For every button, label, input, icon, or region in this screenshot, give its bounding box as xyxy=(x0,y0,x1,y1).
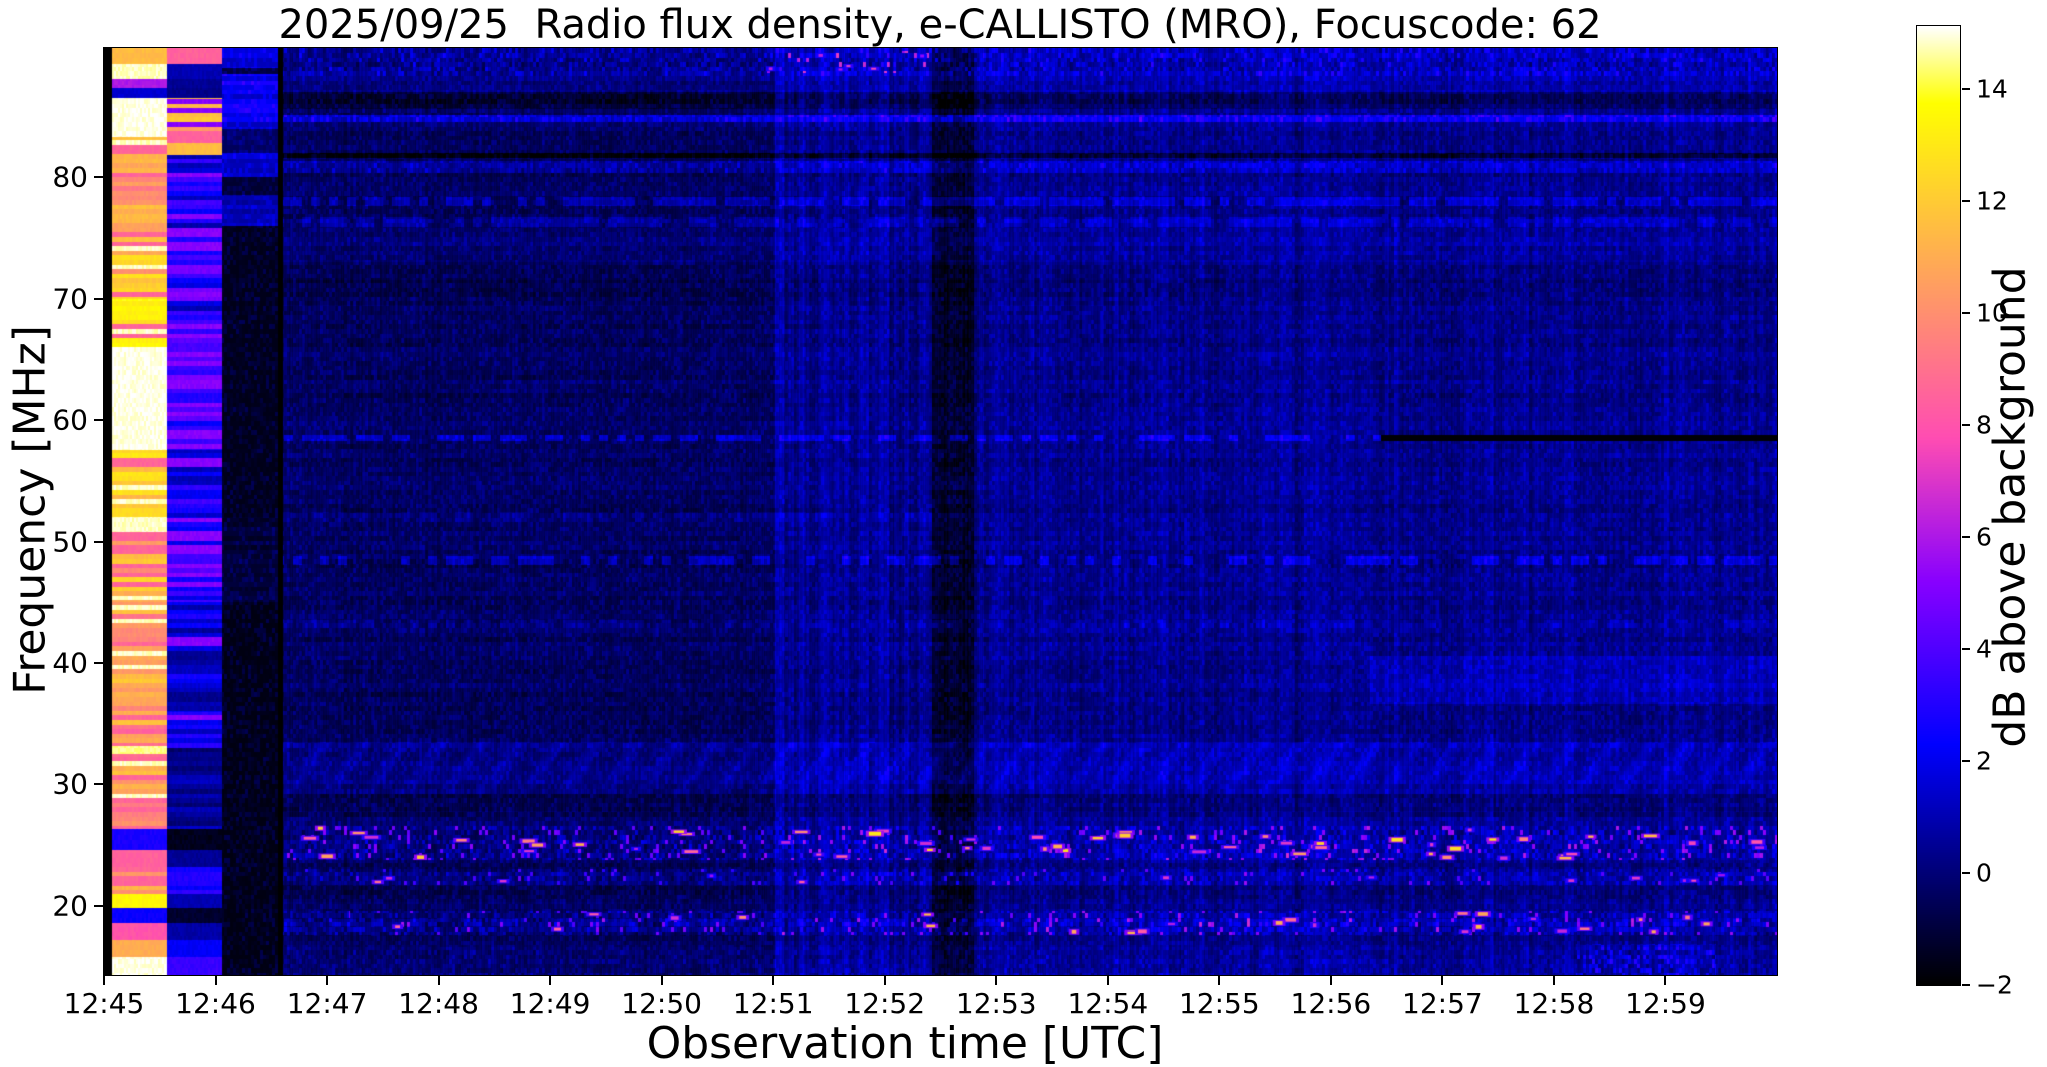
colorbar-tick-mark xyxy=(1962,872,1970,874)
x-tick-mark xyxy=(995,976,998,985)
x-tick-mark xyxy=(772,976,775,985)
y-tick-label: 50 xyxy=(52,525,88,558)
y-tick-mark xyxy=(94,540,103,543)
y-tick-label: 70 xyxy=(52,282,88,316)
x-tick-mark xyxy=(1218,976,1221,985)
x-tick-mark xyxy=(326,976,329,985)
colorbar-label: dB above background xyxy=(1984,266,2036,748)
x-tick-label: 12:47 xyxy=(286,987,368,1020)
x-tick-mark xyxy=(1441,976,1444,985)
y-axis-label: Frequency [MHz] xyxy=(4,325,56,695)
x-tick-label: 12:51 xyxy=(732,987,814,1020)
x-tick-label: 12:46 xyxy=(175,987,256,1020)
y-tick-mark xyxy=(94,419,103,422)
y-tick-mark xyxy=(94,297,103,300)
x-tick-mark xyxy=(103,976,105,985)
y-tick-label: 20 xyxy=(52,889,88,923)
y-tick-mark xyxy=(94,661,103,664)
colorbar-tick-label: 14 xyxy=(1976,74,2008,104)
x-tick-label: 12:56 xyxy=(1290,987,1372,1020)
colorbar-gradient xyxy=(1917,26,1960,985)
x-tick-mark xyxy=(437,976,440,985)
spectrogram-image xyxy=(104,48,1777,975)
x-tick-label: 12:45 xyxy=(63,987,145,1020)
chart-title: 2025/09/25 Radio flux density, e-CALLIST… xyxy=(278,2,1602,48)
y-tick-label: 80 xyxy=(52,160,88,194)
x-tick-mark xyxy=(660,976,663,985)
colorbar-tick-label: 6 xyxy=(1976,522,1992,552)
colorbar-tick-label: −2 xyxy=(1976,970,2013,1000)
colorbar-tick-label: 4 xyxy=(1976,634,1992,664)
x-tick-label: 12:50 xyxy=(621,987,703,1020)
y-tick-label: 40 xyxy=(52,646,88,680)
x-tick-label: 12:53 xyxy=(955,987,1037,1020)
y-tick-mark xyxy=(94,904,103,907)
colorbar-tick-mark xyxy=(1962,760,1970,762)
x-tick-label: 12:52 xyxy=(844,987,926,1020)
x-axis-label: Observation time [UTC] xyxy=(646,1018,1164,1067)
x-tick-mark xyxy=(1664,976,1667,985)
colorbar-tick-label: 8 xyxy=(1976,410,1992,440)
colorbar-tick-mark xyxy=(1962,200,1970,202)
x-tick-label: 12:55 xyxy=(1178,987,1260,1020)
colorbar-tick-label: 2 xyxy=(1976,746,1992,776)
y-tick-mark xyxy=(94,783,103,786)
x-tick-mark xyxy=(1329,976,1332,985)
x-tick-mark xyxy=(214,976,217,985)
figure: 2025/09/25 Radio flux density, e-CALLIST… xyxy=(0,0,2047,1067)
x-tick-label: 12:59 xyxy=(1625,987,1706,1020)
colorbar-tick-mark xyxy=(1962,984,1970,986)
colorbar-tick-label: 12 xyxy=(1976,186,2008,216)
colorbar-tick-mark xyxy=(1962,648,1970,650)
y-tick-label: 30 xyxy=(52,767,88,801)
colorbar-tick-label: 10 xyxy=(1976,298,2008,328)
x-tick-mark xyxy=(1552,976,1555,985)
x-tick-mark xyxy=(549,976,552,985)
y-tick-mark xyxy=(94,176,103,179)
colorbar-tick-mark xyxy=(1962,536,1970,538)
x-tick-mark xyxy=(883,976,886,985)
colorbar-tick-mark xyxy=(1962,88,1970,90)
x-tick-label: 12:57 xyxy=(1402,987,1483,1020)
colorbar-tick-mark xyxy=(1962,424,1970,426)
x-tick-label: 12:54 xyxy=(1067,987,1149,1020)
colorbar-tick-label: 0 xyxy=(1976,858,1992,888)
y-tick-label: 60 xyxy=(52,403,88,437)
x-tick-label: 12:58 xyxy=(1513,987,1595,1020)
colorbar-tick-mark xyxy=(1962,312,1970,314)
x-tick-label: 12:49 xyxy=(509,987,591,1020)
x-tick-mark xyxy=(1106,976,1109,985)
x-tick-label: 12:48 xyxy=(398,987,479,1020)
